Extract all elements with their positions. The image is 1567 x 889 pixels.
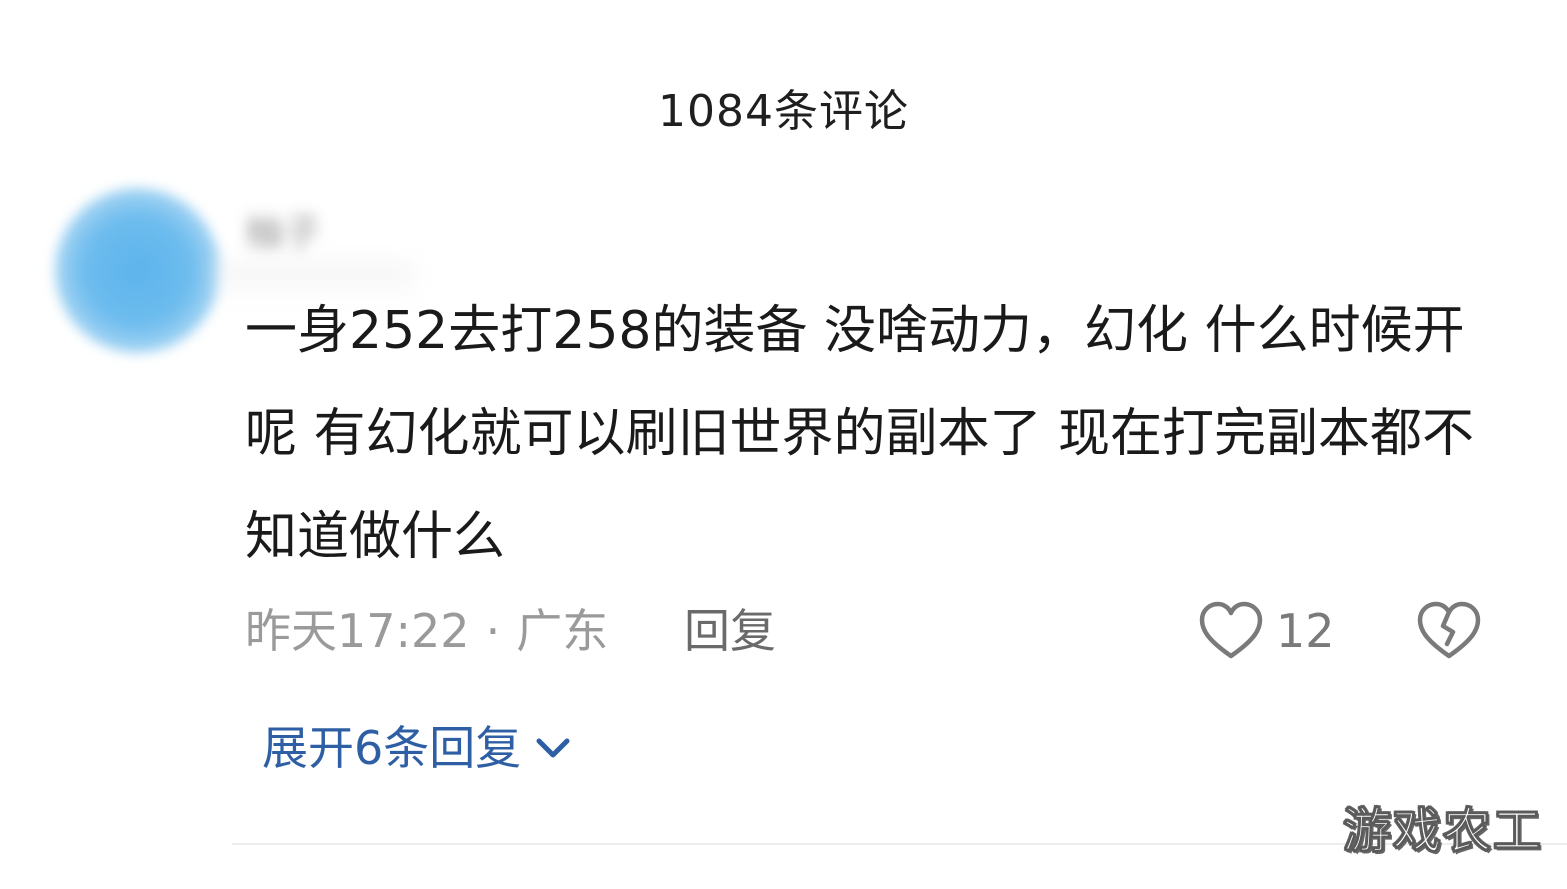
comment-time: 昨天17:22 [245,604,470,658]
heart-outline-icon [1199,601,1263,659]
chevron-down-icon [536,738,570,758]
dislike-button[interactable] [1414,598,1484,664]
comment-location: 广东 [516,604,609,658]
like-count: 12 [1276,604,1335,658]
like-button[interactable]: 12 [1198,596,1335,666]
comments-count-title: 1084条评论 [658,86,909,137]
comment-text: 一身252去打258的装备 没啥动力，幻化 什么时候开呢 有幻化就可以刷旧世界的… [245,301,1475,567]
comment-meta: 昨天17:22 · 广东 [245,598,608,664]
reply-button[interactable]: 回复 [684,598,776,664]
expand-replies-label: 展开6条回复 [262,721,522,775]
broken-heart-icon [1417,601,1481,659]
expand-replies-link[interactable]: 展开6条回复 [262,716,573,780]
watermark: 游戏农工 [1342,803,1543,860]
username[interactable]: 柚子 [245,208,355,258]
avatar[interactable] [55,188,220,353]
meta-separator: · [485,604,501,658]
